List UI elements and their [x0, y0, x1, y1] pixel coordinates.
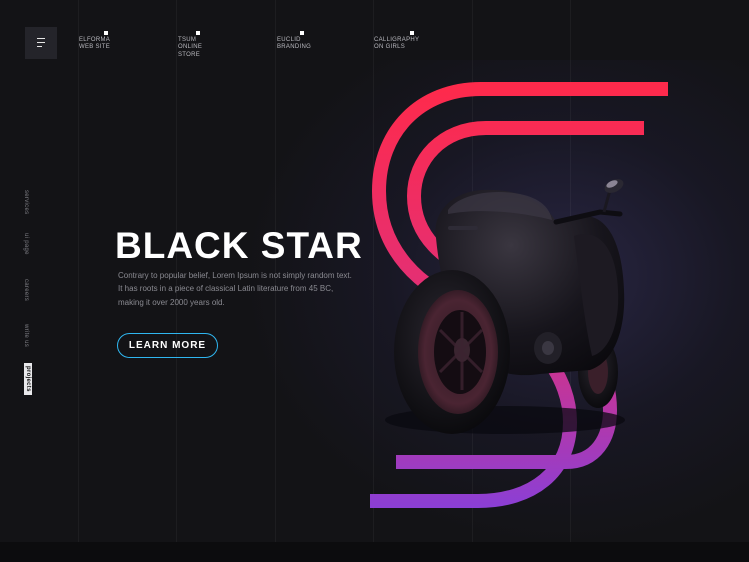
learn-more-button[interactable]: LEARN MORE	[117, 333, 218, 358]
nav-item-label: EUCLID BRANDING	[277, 37, 312, 51]
bottom-strip	[0, 542, 749, 562]
nav-item-calligraphy[interactable]: CALLIGRAPHY ON GIRLS	[374, 30, 419, 59]
side-link-careers[interactable]: careers	[23, 279, 29, 301]
nav-item-label: TSUM ONLINE STORE	[178, 37, 203, 58]
side-link-projects[interactable]: projects	[24, 363, 32, 395]
hero-title: BLACK STAR	[115, 225, 363, 266]
side-link-write-us[interactable]: write us	[23, 324, 29, 347]
hamburger-menu-button[interactable]	[25, 27, 57, 59]
nav-item-euclid[interactable]: EUCLID BRANDING	[277, 30, 311, 59]
side-link-ui-page[interactable]: ui page	[23, 233, 29, 255]
nav-item-label: CALLIGRAPHY ON GIRLS	[374, 37, 420, 51]
nav-marker-icon	[300, 31, 304, 35]
side-link-services[interactable]: services	[23, 190, 29, 214]
hero-description: Contrary to popular belief, Lorem Ipsum …	[118, 271, 352, 307]
nav-marker-icon	[196, 31, 200, 35]
nav-item-elforma[interactable]: ELFORMA WEB SITE	[79, 30, 110, 59]
nav-marker-icon	[410, 31, 414, 35]
nav-marker-icon	[104, 31, 108, 35]
hero-artwork	[370, 82, 668, 508]
nav-item-label: ELFORMA WEB SITE	[79, 37, 111, 51]
nav-item-tsum[interactable]: TSUM ONLINE STORE	[178, 30, 202, 66]
